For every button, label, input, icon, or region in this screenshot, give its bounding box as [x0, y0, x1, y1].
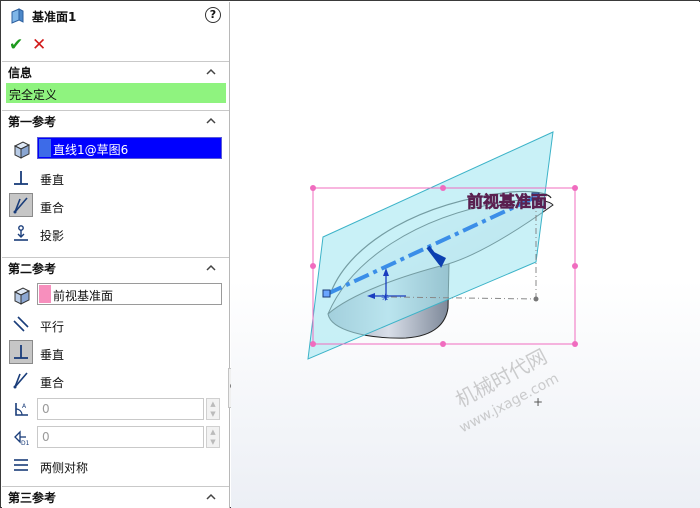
cancel-button[interactable]: ✕ [32, 35, 46, 55]
coincident-icon [13, 197, 28, 214]
svg-text:A: A [22, 403, 27, 410]
resize-handle[interactable] [440, 341, 446, 347]
second-reference-value: 前视基准面 [53, 289, 114, 303]
resize-handle[interactable] [572, 341, 578, 347]
perpendicular-icon [14, 171, 28, 185]
angle-spinner[interactable]: ▲ ▼ [206, 398, 220, 420]
section-info-label: 信息 [8, 66, 33, 80]
resize-handle[interactable] [572, 185, 578, 191]
spinner-up-icon[interactable]: ▲ [207, 399, 219, 409]
first-ref-perpendicular-label: 垂直 [40, 173, 65, 187]
symmetric-icon [14, 459, 28, 471]
distance-icon: D1 [14, 430, 30, 446]
chevron-up-icon[interactable] [205, 491, 217, 503]
spinner-down-icon[interactable]: ▼ [207, 409, 219, 419]
section-first-ref-label: 第一参考 [8, 115, 57, 129]
second-ref-perpendicular-button[interactable] [9, 340, 33, 364]
spinner-up-icon[interactable]: ▲ [207, 427, 219, 437]
selection-color-swatch [39, 139, 51, 157]
plane-feature-icon [11, 8, 24, 24]
chevron-up-icon[interactable] [205, 115, 217, 127]
resize-handle[interactable] [572, 263, 578, 269]
status-text: 完全定义 [9, 88, 58, 102]
symmetric-label: 两侧对称 [40, 461, 89, 475]
selection-color-swatch [39, 285, 51, 303]
chevron-up-icon[interactable] [205, 262, 217, 274]
second-ref-coincident-button[interactable] [9, 368, 33, 392]
section-second-ref-label: 第二参考 [8, 262, 57, 276]
second-ref-parallel-button[interactable] [9, 312, 33, 336]
distance-value: 0 [42, 430, 50, 444]
section-third-ref-label: 第三参考 [8, 491, 57, 505]
coincident-icon [13, 372, 28, 389]
second-ref-coincident-label: 重合 [40, 376, 65, 390]
panel-titlebar: 基准面1 ? [2, 2, 229, 30]
second-ref-perpendicular-label: 垂直 [40, 348, 65, 362]
first-reference-field[interactable]: 直线1@草图6 [37, 137, 222, 159]
reference-cube-icon [13, 141, 31, 159]
first-reference-value: 直线1@草图6 [53, 143, 129, 157]
graphics-viewport[interactable]: ✳ 前视基准面 机械时代网 www.jxage.com + [231, 2, 700, 508]
section-second-ref-header[interactable]: 第二参考 [2, 257, 229, 277]
property-manager-panel: 基准面1 ? ✔ ✕ 信息 完全定义 第一参考 直线1@草图6 垂直 重合 投影… [2, 2, 230, 508]
chevron-up-icon[interactable] [205, 66, 217, 78]
triad-origin-icon: ✳ [381, 293, 389, 304]
help-icon[interactable]: ? [205, 7, 221, 23]
resize-handle[interactable] [310, 263, 316, 269]
first-ref-perpendicular-button[interactable] [9, 166, 33, 190]
spinner-down-icon[interactable]: ▼ [207, 437, 219, 447]
resize-handle[interactable] [310, 341, 316, 347]
angle-value: 0 [42, 402, 50, 416]
window-frame: 基准面1 ? ✔ ✕ 信息 完全定义 第一参考 直线1@草图6 垂直 重合 投影… [0, 0, 700, 508]
section-first-ref-header[interactable]: 第一参考 [2, 110, 229, 130]
angle-toggle-button[interactable]: A [9, 397, 33, 421]
line-endpoint-handle[interactable] [322, 289, 331, 298]
perpendicular-icon [14, 345, 28, 359]
parallel-icon [13, 316, 29, 332]
resize-handle[interactable] [440, 185, 446, 191]
plane-label: 前视基准面 [467, 192, 547, 211]
first-ref-project-label: 投影 [40, 229, 65, 243]
watermark: 机械时代网 www.jxage.com [451, 344, 561, 436]
first-ref-coincident-label: 重合 [40, 201, 65, 215]
symmetric-button[interactable] [9, 453, 33, 477]
resize-handle[interactable] [310, 185, 316, 191]
reference-cube-icon [13, 287, 31, 305]
construction-point [533, 296, 539, 302]
angle-icon: A [15, 403, 28, 416]
angle-input[interactable]: 0 [37, 398, 204, 420]
ok-button[interactable]: ✔ [9, 35, 23, 55]
cursor-crosshair-icon: + [533, 395, 543, 409]
section-info-header[interactable]: 信息 [2, 61, 229, 81]
first-ref-project-button[interactable] [9, 221, 33, 245]
distance-toggle-button[interactable]: D1 [9, 425, 33, 449]
svg-text:D1: D1 [21, 440, 30, 446]
status-badge: 完全定义 [6, 83, 226, 103]
model-scene: ✳ 前视基准面 机械时代网 www.jxage.com + [307, 131, 578, 436]
section-third-ref-header[interactable]: 第三参考 [2, 486, 229, 506]
second-ref-parallel-label: 平行 [40, 320, 65, 334]
distance-input[interactable]: 0 [37, 426, 204, 448]
distance-spinner[interactable]: ▲ ▼ [206, 426, 220, 448]
first-ref-coincident-button[interactable] [9, 193, 33, 217]
second-reference-field[interactable]: 前视基准面 [37, 283, 222, 305]
project-icon [14, 225, 28, 241]
panel-title: 基准面1 [32, 10, 77, 24]
